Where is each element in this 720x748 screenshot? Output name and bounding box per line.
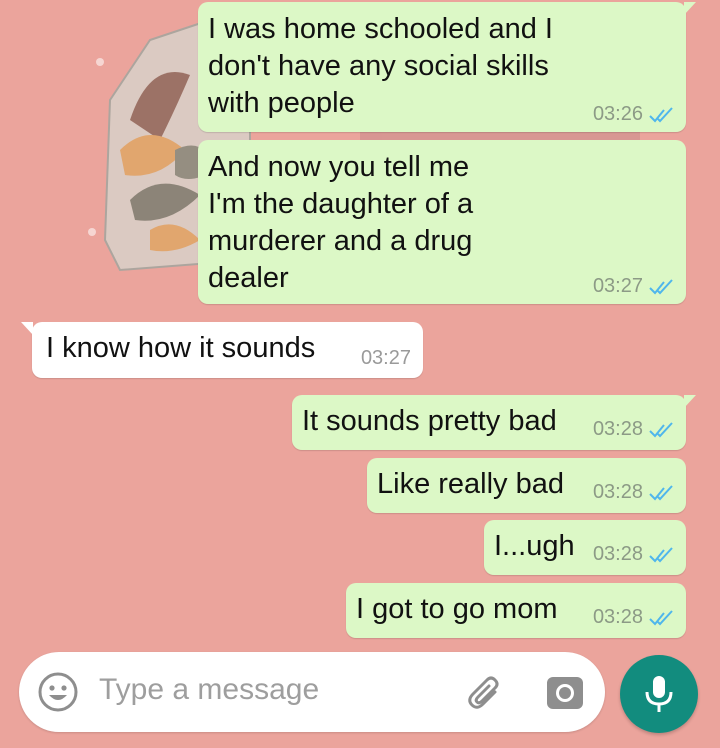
message-text: I know how it sounds	[46, 332, 316, 364]
mic-icon	[645, 676, 673, 712]
mic-button[interactable]	[620, 655, 698, 733]
message-time: 03:28	[592, 418, 643, 440]
message-meta: 03:28	[593, 543, 676, 566]
bubble-tail	[684, 395, 696, 408]
message-composer[interactable]: Type a message	[19, 652, 605, 732]
message-time: 03:27	[592, 275, 643, 297]
bubble-tail	[21, 322, 33, 335]
message-bubble[interactable]: It sounds pretty bad 03:28	[292, 395, 696, 450]
message-time: 03:28	[592, 481, 643, 503]
message-bubble[interactable]: I...ugh 03:28	[484, 520, 686, 575]
message-meta: 03:28	[593, 606, 676, 629]
bubble-tail	[684, 2, 696, 15]
double-check-icon	[649, 546, 673, 562]
camera-icon[interactable]	[545, 673, 585, 711]
message-text: I was home schooled and I don't have any…	[208, 13, 553, 119]
message-meta: 03:27	[361, 347, 411, 370]
message-input[interactable]: Type a message	[99, 673, 319, 707]
message-bubble[interactable]: Like really bad 03:28	[367, 458, 686, 513]
double-check-icon	[649, 609, 673, 625]
message-time: 03:27	[360, 347, 411, 369]
double-check-icon	[649, 278, 673, 294]
message-bubble[interactable]: I got to go mom 03:28	[346, 583, 686, 638]
double-check-icon	[649, 106, 673, 122]
paperclip-icon[interactable]	[465, 672, 507, 714]
message-bubble[interactable]: I know how it sounds 03:27	[21, 322, 423, 378]
message-time: 03:28	[592, 543, 643, 565]
message-text: I...ugh	[494, 530, 575, 562]
message-meta: 03:28	[593, 418, 676, 441]
double-check-icon	[649, 484, 673, 500]
message-text: It sounds pretty bad	[302, 405, 557, 437]
message-text: I got to go mom	[356, 593, 558, 625]
message-time: 03:28	[592, 606, 643, 628]
message-bubble[interactable]: I was home schooled and I don't have any…	[198, 2, 696, 132]
message-text: Like really bad	[377, 468, 564, 500]
message-time: 03:26	[592, 103, 643, 125]
message-meta: 03:28	[593, 481, 676, 504]
message-bubble[interactable]: And now you tell me I'm the daughter of …	[198, 140, 686, 304]
message-meta: 03:26	[593, 103, 676, 126]
message-text: And now you tell me I'm the daughter of …	[208, 151, 474, 294]
message-meta: 03:27	[593, 275, 676, 298]
emoji-icon[interactable]	[37, 671, 79, 713]
double-check-icon	[649, 421, 673, 437]
